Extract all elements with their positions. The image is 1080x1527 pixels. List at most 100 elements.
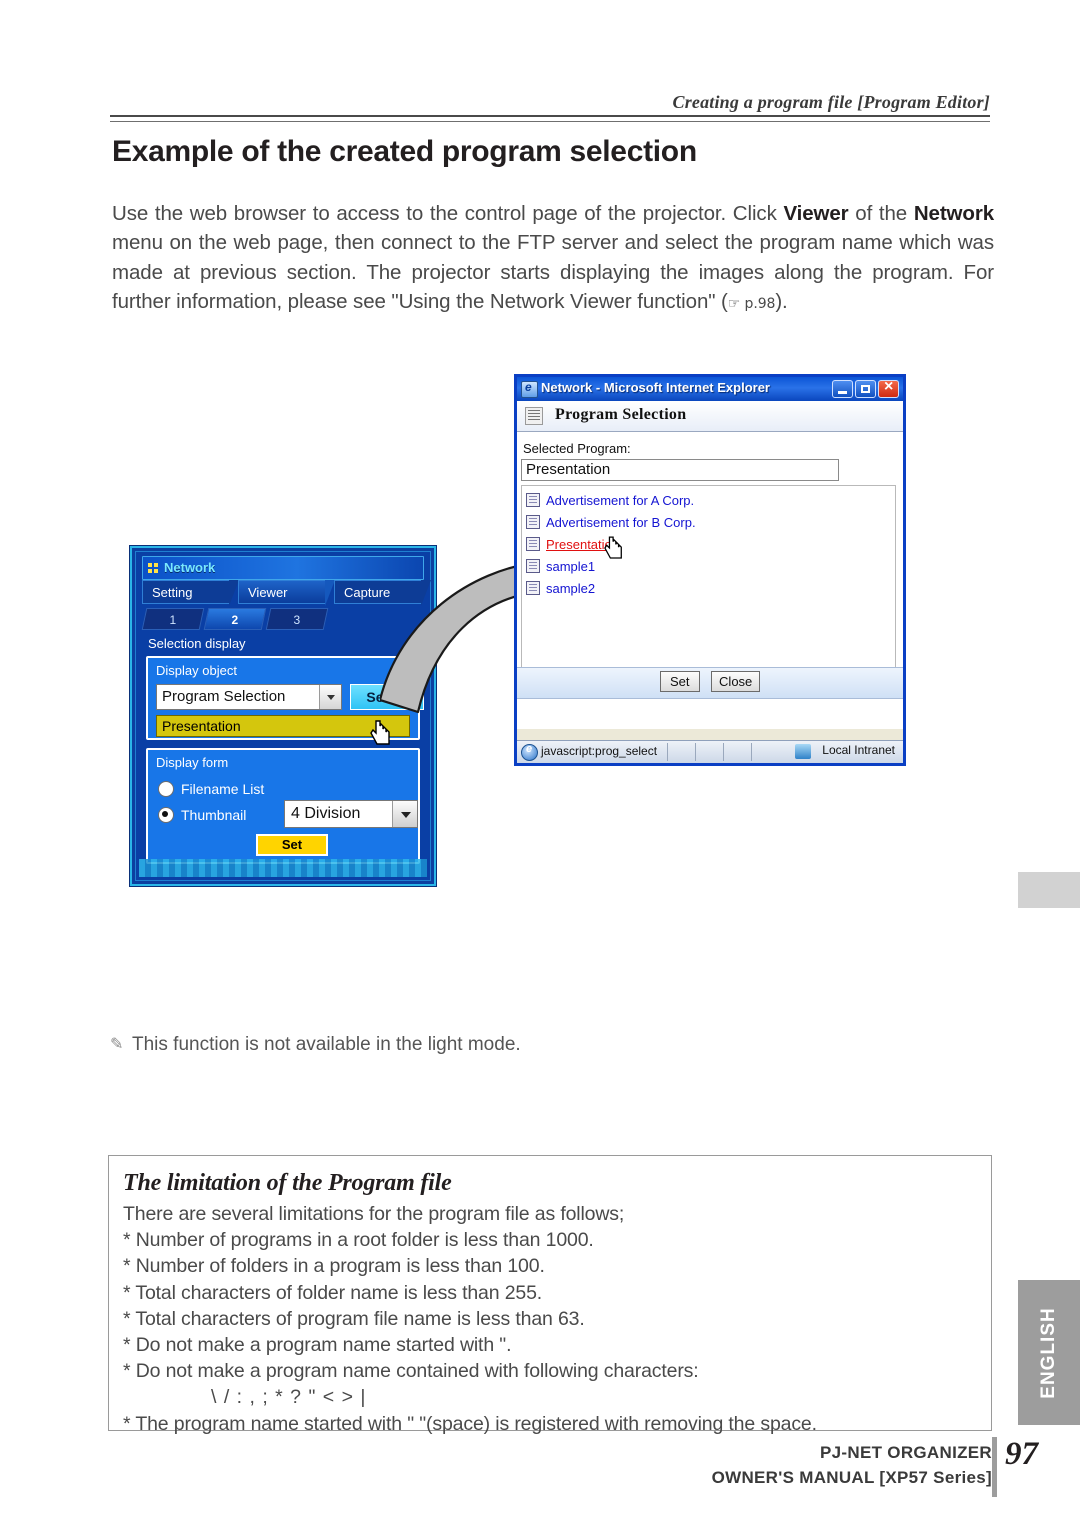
chevron-down-icon[interactable] (392, 801, 417, 827)
selected-program-field: Presentation (156, 715, 410, 737)
intro-text-3: menu on the web page, then connect to th… (112, 231, 994, 313)
dialog-button-bar: Set Close (517, 667, 903, 699)
grid-dots-icon (148, 563, 158, 573)
limitation-item: * Do not make a program name started wit… (123, 1334, 512, 1357)
intro-text-1: Use the web browser to access to the con… (112, 201, 784, 225)
file-icon (526, 559, 540, 573)
limitation-title: The limitation of the Program file (123, 1170, 452, 1196)
display-object-group: Display object Program Selection Select … (146, 656, 424, 740)
list-item-label: Presentation (546, 537, 619, 552)
browser-window: Network - Microsoft Internet Explorer Pr… (514, 374, 906, 766)
close-button[interactable] (878, 378, 899, 398)
radio-thumbnail[interactable]: Thumbnail (158, 806, 246, 824)
intro-text-2: of the (848, 201, 914, 225)
list-item[interactable]: Advertisement for A Corp. (526, 490, 895, 512)
projector-panel-title: Network (164, 560, 216, 575)
subtab-2[interactable]: 2 (203, 608, 267, 630)
chevron-down-icon[interactable] (319, 685, 341, 709)
selection-display-label: Selection display (148, 636, 246, 651)
globe-icon (795, 744, 811, 759)
display-form-label: Display form (156, 755, 229, 770)
panel-decorative-strip (139, 859, 427, 877)
page-number: 97 (1005, 1436, 1038, 1472)
subtab-3-label: 3 (293, 613, 301, 627)
radio-icon-selected (158, 807, 174, 823)
page-header-title: Program Selection (555, 406, 687, 423)
tab-viewer[interactable]: Viewer (238, 580, 335, 606)
page-reference: ☞ p.98 (727, 296, 776, 312)
header-rule (110, 115, 990, 122)
note-text: This function is not available in the li… (132, 1034, 521, 1055)
file-icon (526, 515, 540, 529)
footer-manual: OWNER'S MANUAL [XP57 Series] (711, 1468, 992, 1487)
subtab-1-label: 1 (169, 613, 177, 627)
radio-filename-list[interactable]: Filename List (158, 780, 264, 798)
close-button[interactable]: Close (711, 671, 761, 692)
browser-title: Network - Microsoft Internet Explorer (541, 380, 770, 395)
browser-statusbar: javascript:prog_select Local Intranet (517, 740, 903, 763)
selected-program-input[interactable]: Presentation (521, 459, 839, 481)
list-item-label: Advertisement for B Corp. (546, 515, 696, 530)
running-head: Creating a program file [Program Editor] (672, 92, 990, 112)
note-line: ✎ This function is not available in the l… (110, 1032, 810, 1059)
radio-icon (158, 781, 174, 797)
display-object-value: Program Selection (162, 688, 286, 705)
browser-titlebar: Network - Microsoft Internet Explorer (517, 377, 903, 401)
list-item[interactable]: Advertisement for B Corp. (526, 512, 895, 534)
intro-paragraph: Use the web browser to access to the con… (112, 199, 994, 320)
limitation-item: * Number of programs in a root folder is… (123, 1229, 594, 1252)
intro-bold-network: Network (913, 201, 994, 225)
limitation-intro: There are several limitations for the pr… (123, 1203, 625, 1225)
limitation-box: The limitation of the Program file There… (108, 1155, 992, 1435)
subtab-1[interactable]: 1 (141, 608, 205, 630)
status-url: javascript:prog_select (541, 744, 658, 758)
footer-product: PJ-NET ORGANIZER (820, 1443, 992, 1462)
ie-page-icon (521, 380, 538, 398)
limitation-item: * Do not make a program name contained w… (123, 1360, 699, 1383)
edge-tab-language: ENGLISH (1018, 1280, 1080, 1425)
limitation-item-last: * The program name started with " "(spac… (123, 1412, 817, 1435)
limitation-item: * Total characters of folder name is les… (123, 1281, 543, 1304)
maximize-button[interactable] (855, 380, 876, 398)
list-item[interactable]: sample2 (526, 578, 895, 600)
file-icon (526, 537, 540, 551)
status-zone: Local Intranet (822, 743, 895, 757)
forbidden-characters: \ / : , ; * ? " < > | (211, 1386, 367, 1409)
ie-page-icon (521, 743, 538, 761)
list-item-label: sample2 (546, 581, 596, 596)
selected-program-label: Selected Program: (523, 441, 631, 456)
program-file-list[interactable]: Advertisement for A Corp. Advertisement … (521, 485, 896, 675)
page-header: Program Selection (517, 401, 903, 432)
display-object-dropdown[interactable]: Program Selection (156, 684, 342, 710)
division-dropdown[interactable]: 4 Division (284, 800, 418, 828)
footer-divider (992, 1437, 997, 1497)
pencil-icon: ✎ (110, 1036, 124, 1053)
file-icon (526, 581, 540, 595)
language-tab-label: ENGLISH (1038, 1306, 1059, 1399)
footer: PJ-NET ORGANIZER OWNER'S MANUAL [XP57 Se… (432, 1440, 992, 1490)
intro-bold-viewer: Viewer (783, 201, 849, 225)
manual-page: Creating a program file [Program Editor]… (0, 0, 1080, 1527)
radio-thumbnail-label: Thumbnail (181, 807, 247, 823)
list-item-label: sample1 (546, 559, 596, 574)
subtab-2-label: 2 (231, 613, 239, 627)
limitation-list: There are several limitations for the pr… (109, 1199, 991, 1437)
page-title: Example of the created program selection (112, 135, 697, 168)
browser-content: Program Selection Selected Program: Pres… (517, 401, 903, 729)
edge-tab-blank (1018, 872, 1080, 908)
minimize-button[interactable] (832, 380, 853, 398)
file-icon (526, 493, 540, 507)
tab-setting[interactable]: Setting (142, 580, 239, 606)
list-item-presentation[interactable]: Presentation (526, 534, 895, 559)
list-item-label: Advertisement for A Corp. (546, 493, 695, 508)
subtab-3[interactable]: 3 (265, 608, 329, 630)
set-button[interactable]: Set (256, 834, 328, 856)
radio-filename-list-label: Filename List (181, 781, 265, 797)
limitation-item: * Total characters of program file name … (123, 1307, 585, 1330)
set-button[interactable]: Set (659, 671, 700, 692)
list-icon (525, 407, 543, 425)
display-form-group: Display form Filename List Thumbnail 4 D… (146, 748, 420, 864)
division-value: 4 Division (291, 805, 361, 822)
list-item[interactable]: sample1 (526, 556, 895, 578)
limitation-item: * Number of folders in a program is less… (123, 1255, 545, 1278)
